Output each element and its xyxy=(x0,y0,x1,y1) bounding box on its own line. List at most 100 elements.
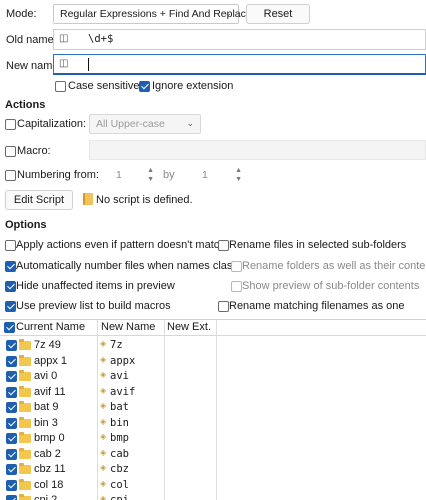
ignore-extension-checkbox[interactable] xyxy=(139,81,150,92)
table-row[interactable]: cab 2 ◈ cab xyxy=(0,447,426,463)
old-name-value: \d+$ xyxy=(88,33,114,45)
case-sensitive-label: Case sensitive xyxy=(68,80,140,92)
folder-icon xyxy=(19,385,31,397)
numbering-from-stepper[interactable]: 1 ▲ ▼ xyxy=(96,166,154,184)
case-sensitive-checkbox[interactable] xyxy=(55,81,66,92)
table-row[interactable]: 7z 49 ◈ 7z xyxy=(0,338,426,354)
row-checkbox[interactable] xyxy=(6,402,17,413)
rename-matching-checkbox[interactable] xyxy=(218,301,229,312)
folder-icon xyxy=(19,478,31,490)
new-name-cell: cpi xyxy=(110,494,129,500)
file-list-header: Current Name New Name New Ext. xyxy=(0,320,426,336)
new-name-cell: avi xyxy=(110,370,129,382)
chevron-down-icon: ⌄ xyxy=(224,8,232,18)
numbering-by-stepper[interactable]: 1 ▲ ▼ xyxy=(182,166,242,184)
row-checkbox[interactable] xyxy=(6,433,17,444)
row-checkbox[interactable] xyxy=(6,495,17,500)
rename-icon: ◈ xyxy=(100,432,107,441)
table-row[interactable]: col 18 ◈ col xyxy=(0,478,426,494)
numbering-checkbox[interactable] xyxy=(5,170,16,181)
stepper-down-icon[interactable]: ▼ xyxy=(147,176,154,183)
ignore-extension-label: Ignore extension xyxy=(152,80,234,92)
chevron-down-icon: ⌄ xyxy=(186,118,194,128)
table-row[interactable]: bin 3 ◈ bin xyxy=(0,416,426,432)
macro-label: Macro: xyxy=(17,145,51,157)
table-row[interactable]: appx 1 ◈ appx xyxy=(0,354,426,370)
stepper-up-icon[interactable]: ▲ xyxy=(235,167,242,174)
old-name-label: Old name: xyxy=(6,34,57,46)
rename-icon: ◈ xyxy=(100,447,107,457)
auto-number-label: Automatically number files when names cl… xyxy=(16,260,239,272)
capitalization-checkbox[interactable] xyxy=(5,119,16,130)
capitalization-select-value: All Upper-case xyxy=(96,118,165,130)
table-row[interactable]: bat 9 ◈ bat xyxy=(0,400,426,416)
stepper-up-icon[interactable]: ▲ xyxy=(147,167,154,174)
row-checkbox[interactable] xyxy=(6,417,17,429)
row-checkbox[interactable] xyxy=(6,355,17,367)
macro-field[interactable] xyxy=(89,140,426,160)
select-all-checkbox[interactable] xyxy=(4,322,15,333)
folder-icon xyxy=(19,416,31,428)
row-checkbox[interactable] xyxy=(6,464,17,475)
rename-icon: ◈ xyxy=(100,478,107,488)
row-checkbox[interactable] xyxy=(6,448,17,460)
old-name-field[interactable]: ◫ \d+$ xyxy=(53,29,426,50)
row-checkbox[interactable] xyxy=(6,479,17,491)
numbering-by-value: 1 xyxy=(202,169,208,181)
column-new-name[interactable]: New Name xyxy=(101,321,155,333)
current-name-cell: avi 0 xyxy=(34,370,58,382)
row-checkbox[interactable] xyxy=(6,371,17,382)
current-name-cell: col 18 xyxy=(34,478,64,491)
rename-subfolders-label: Rename files in selected sub-folders xyxy=(229,239,407,251)
table-row[interactable]: cpi 2 ◈ cpi xyxy=(0,493,426,500)
row-checkbox[interactable] xyxy=(6,386,17,398)
mode-select-value: Regular Expressions + Find And Replace xyxy=(60,8,252,20)
apply-actions-checkbox[interactable] xyxy=(5,240,16,251)
rename-icon: ◈ xyxy=(100,494,107,500)
rename-field-icon: ◫ xyxy=(59,58,69,69)
numbering-from-value: 1 xyxy=(116,169,122,181)
row-checkbox[interactable] xyxy=(6,340,17,351)
rename-subfolders-checkbox[interactable] xyxy=(218,240,229,251)
table-row[interactable]: avif 11 ◈ avif xyxy=(0,385,426,401)
table-row[interactable]: avi 0 ◈ avi xyxy=(0,369,426,385)
use-preview-list-checkbox[interactable] xyxy=(5,301,16,312)
numbering-label: Numbering from: xyxy=(17,169,99,181)
rename-icon: ◈ xyxy=(100,354,107,364)
current-name-cell: cab 2 xyxy=(34,447,61,460)
reset-button[interactable]: Reset xyxy=(246,4,310,24)
new-name-cell: cbz xyxy=(110,463,129,475)
folder-icon xyxy=(19,447,31,459)
new-name-cell: bin xyxy=(110,416,129,429)
column-new-ext[interactable]: New Ext. xyxy=(167,321,211,333)
capitalization-select[interactable]: All Upper-case ⌄ xyxy=(89,114,201,134)
new-name-cell: bat xyxy=(110,401,129,413)
rename-folders-checkbox[interactable] xyxy=(231,261,242,272)
folder-icon xyxy=(19,494,31,500)
rename-folders-label: Rename folders as well as their contents xyxy=(242,260,426,272)
folder-icon xyxy=(19,370,31,381)
auto-number-checkbox[interactable] xyxy=(5,261,16,272)
edit-script-button[interactable]: Edit Script xyxy=(5,190,73,210)
hide-unaffected-checkbox[interactable] xyxy=(5,281,16,292)
column-current-name[interactable]: Current Name xyxy=(16,321,85,333)
script-icon xyxy=(83,193,93,205)
hide-unaffected-label: Hide unaffected items in preview xyxy=(16,280,175,292)
mode-select[interactable]: Regular Expressions + Find And Replace ⌄ xyxy=(53,4,252,24)
new-name-field[interactable]: ◫ xyxy=(53,54,426,75)
rename-field-icon: ◫ xyxy=(59,33,69,44)
folder-icon xyxy=(19,463,31,474)
current-name-cell: bmp 0 xyxy=(34,432,65,444)
macro-checkbox[interactable] xyxy=(5,146,16,157)
table-row[interactable]: cbz 11 ◈ cbz xyxy=(0,462,426,478)
show-preview-checkbox[interactable] xyxy=(231,281,242,292)
stepper-down-icon[interactable]: ▼ xyxy=(235,176,242,183)
current-name-cell: 7z 49 xyxy=(34,339,61,351)
apply-actions-label: Apply actions even if pattern doesn't ma… xyxy=(16,239,226,251)
current-name-cell: avif 11 xyxy=(34,385,66,398)
rename-icon: ◈ xyxy=(100,416,107,426)
file-list[interactable]: Current Name New Name New Ext. 7z 49 ◈ 7z a… xyxy=(0,319,426,500)
new-name-cell: 7z xyxy=(110,339,123,351)
new-name-cell: bmp xyxy=(110,432,129,444)
table-row[interactable]: bmp 0 ◈ bmp xyxy=(0,431,426,447)
